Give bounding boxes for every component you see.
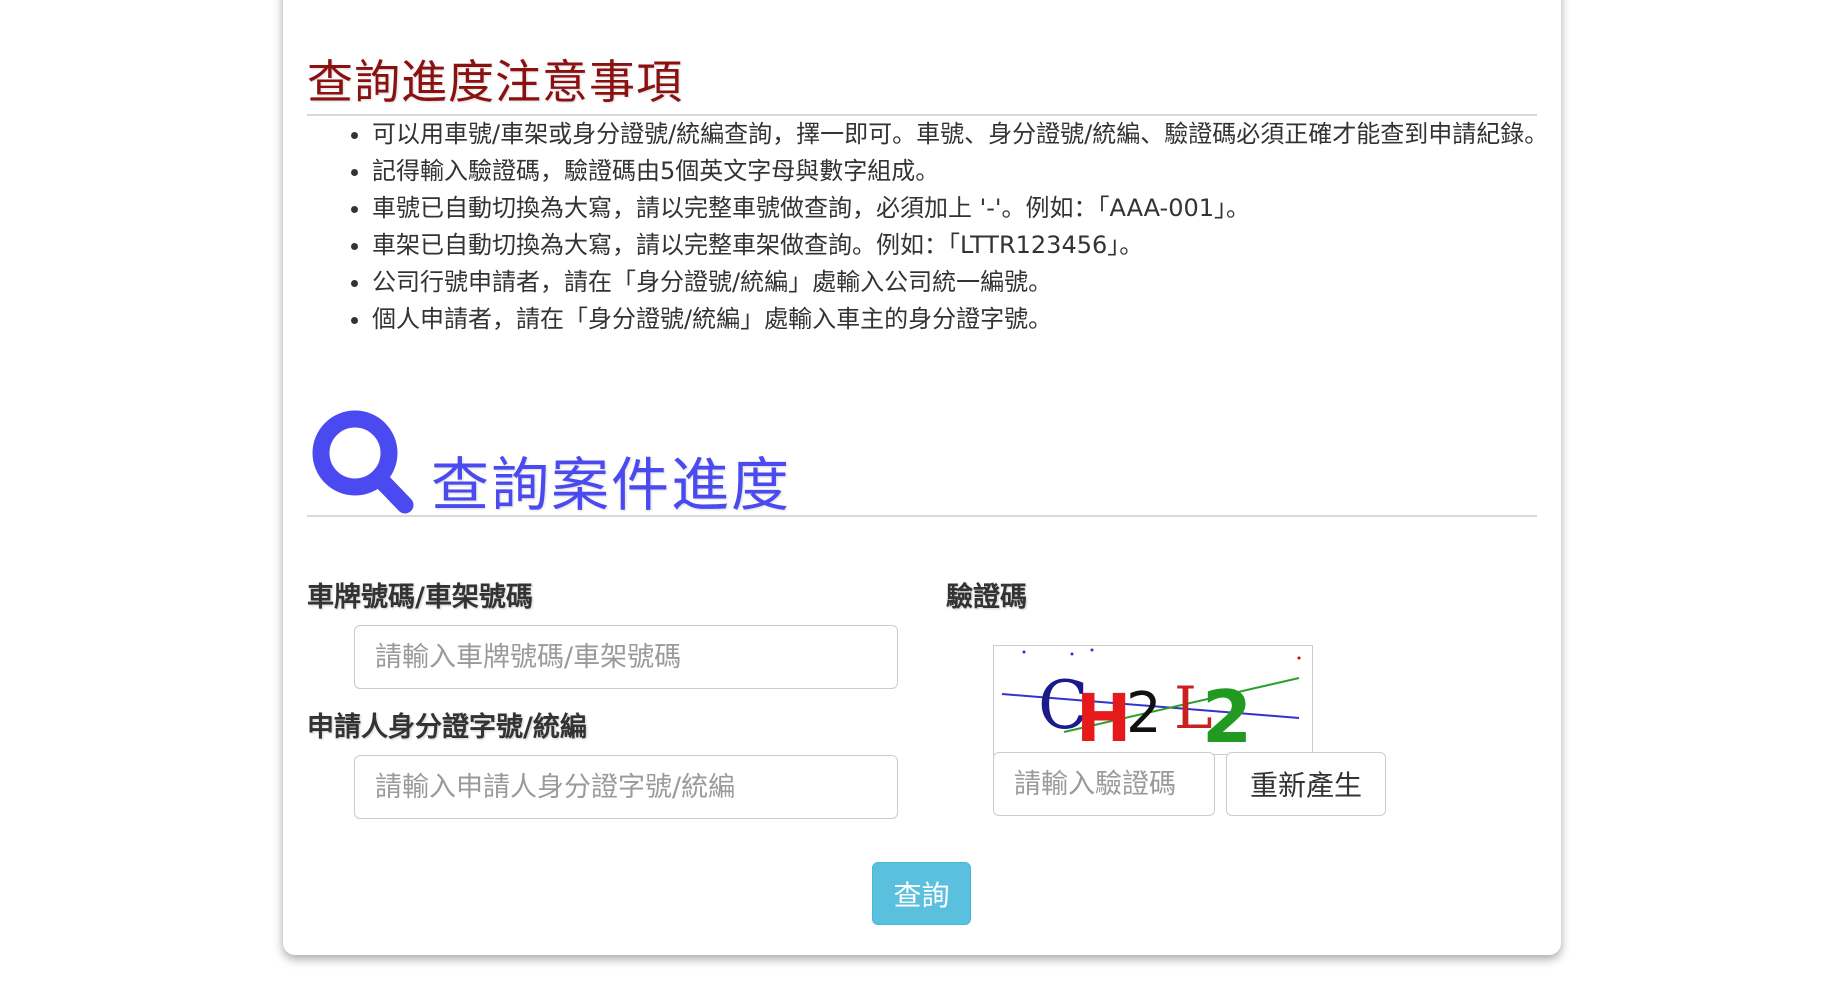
notice-item: 車號已自動切換為大寫，請以完整車號做查詢，必須加上 '-'。例如：「AAA-00… <box>372 190 1562 227</box>
notice-item: 公司行號申請者，請在「身分證號/統編」處輸入公司統一編號。 <box>372 264 1562 301</box>
captcha-graphic: C H 2 L 2 <box>1001 648 1301 759</box>
captcha-label: 驗證碼 <box>946 582 1027 613</box>
notice-item: 可以用車號/車架或身分證號/統編查詢，擇一即可。車號、身分證號/統編、驗證碼必須… <box>372 116 1562 153</box>
submit-button[interactable]: 查詢 <box>872 862 971 925</box>
captcha-image: C H 2 L 2 <box>993 645 1313 759</box>
id-label: 申請人身分證字號/統編 <box>307 712 587 743</box>
captcha-char: 2 <box>1202 675 1252 754</box>
notice-list: 可以用車號/車架或身分證號/統編查詢，擇一即可。車號、身分證號/統編、驗證碼必須… <box>348 116 1562 338</box>
captcha-char: 2 <box>1126 681 1162 746</box>
id-input[interactable] <box>354 755 898 819</box>
search-icon <box>312 410 414 514</box>
captcha-char: H <box>1076 680 1131 754</box>
divider <box>307 515 1537 517</box>
plate-input[interactable] <box>354 625 898 689</box>
notice-title: 查詢進度注意事項 <box>307 55 683 109</box>
query-card: 查詢進度注意事項 可以用車號/車架或身分證號/統編查詢，擇一即可。車號、身分證號… <box>283 0 1561 955</box>
regenerate-captcha-button[interactable]: 重新產生 <box>1226 752 1386 816</box>
notice-item: 個人申請者，請在「身分證號/統編」處輸入車主的身分證字號。 <box>372 301 1562 338</box>
plate-label: 車牌號碼/車架號碼 <box>307 582 533 613</box>
search-title: 查詢案件進度 <box>431 451 792 519</box>
captcha-input[interactable] <box>993 752 1215 816</box>
notice-item: 記得輸入驗證碼，驗證碼由5個英文字母與數字組成。 <box>372 153 1562 190</box>
notice-item: 車架已自動切換為大寫，請以完整車架做查詢。例如：「LTTR123456」。 <box>372 227 1562 264</box>
